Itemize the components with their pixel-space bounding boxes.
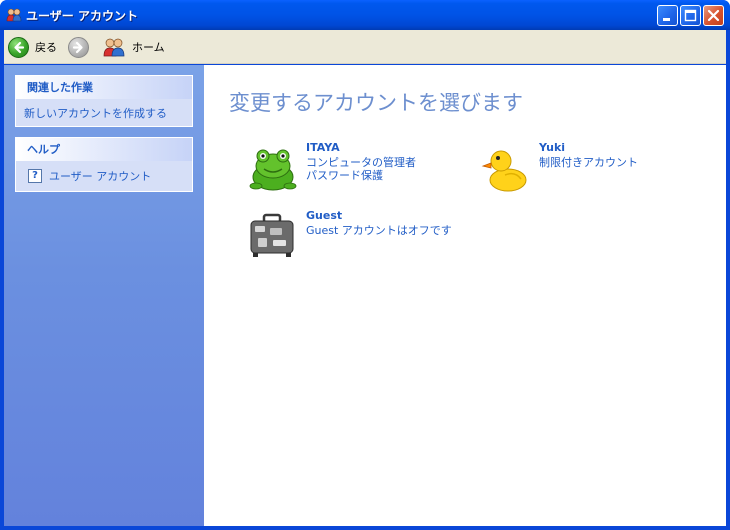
close-button[interactable] <box>703 5 724 26</box>
user-accounts-home-icon <box>103 38 125 57</box>
help-icon: ? <box>28 169 42 183</box>
suitcase-picture-icon <box>250 213 294 257</box>
maximize-icon <box>684 9 697 22</box>
account-yuki[interactable]: Yuki 制限付きアカウント <box>479 141 689 201</box>
home-label: ホーム <box>132 41 165 54</box>
account-name: Yuki <box>539 141 566 154</box>
account-itaya[interactable]: ITAYA コンピュータの管理者 パスワード保護 <box>246 141 456 201</box>
frog-picture-icon <box>249 149 297 191</box>
help-user-accounts-link[interactable]: ユーザー アカウント <box>42 168 151 184</box>
back-label: 戻る <box>35 41 57 54</box>
account-status: Guest アカウントはオフです <box>306 224 452 237</box>
account-guest[interactable]: Guest Guest アカウントはオフです <box>246 209 456 269</box>
toolbar: 戻る ホーム <box>4 30 726 64</box>
home-button[interactable]: ホーム <box>102 35 165 59</box>
main-content: 変更するアカウントを選びます ITAYA コンピュータの管理者 パスワード保護 <box>204 65 726 526</box>
related-tasks-heading[interactable]: 関連した作業 <box>16 76 192 99</box>
related-tasks-panel: 関連した作業 新しいアカウントを作成する <box>15 75 193 127</box>
minimize-button[interactable] <box>657 5 678 26</box>
duck-picture-icon <box>481 150 527 192</box>
minimize-icon <box>663 18 670 21</box>
title-bar[interactable]: ユーザー アカウント <box>0 0 730 30</box>
close-icon <box>707 9 720 22</box>
help-heading[interactable]: ヘルプ <box>16 138 192 161</box>
maximize-button[interactable] <box>680 5 701 26</box>
forward-arrow-icon <box>68 36 89 58</box>
account-name: Guest <box>306 209 343 222</box>
account-name: ITAYA <box>306 141 340 154</box>
back-arrow-icon <box>8 36 29 58</box>
page-title: 変更するアカウントを選びます <box>229 91 523 115</box>
back-button[interactable]: 戻る <box>8 35 57 59</box>
create-new-account-link[interactable]: 新しいアカウントを作成する <box>16 99 192 121</box>
account-type: 制限付きアカウント <box>539 156 638 169</box>
account-status: パスワード保護 <box>306 169 383 182</box>
user-accounts-icon <box>6 8 22 22</box>
help-panel: ヘルプ ? ユーザー アカウント <box>15 137 193 192</box>
user-accounts-window: ユーザー アカウント 戻る ホーム 関連した作業 新しいアカウントを作成する ヘ… <box>0 0 730 530</box>
help-user-accounts-item[interactable]: ? ユーザー アカウント <box>16 161 192 184</box>
forward-button[interactable] <box>68 35 89 59</box>
task-sidebar: 関連した作業 新しいアカウントを作成する ヘルプ ? ユーザー アカウント <box>4 65 204 526</box>
window-title: ユーザー アカウント <box>26 9 138 23</box>
